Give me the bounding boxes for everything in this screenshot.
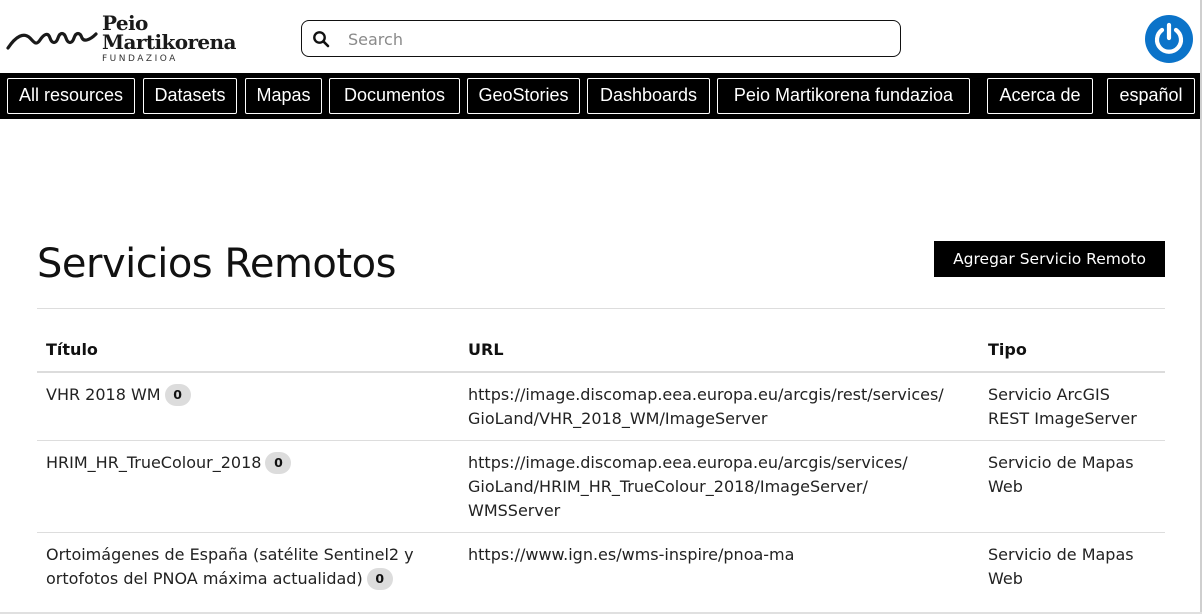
url-line: https://www.ign.es/wms-inspire/pnoa-ma (468, 545, 795, 564)
header: Peio Martikorena FUNDAZIOA (0, 0, 1200, 73)
main-nav: All resources Datasets Mapas Documentos … (0, 73, 1200, 119)
type-line: Web (988, 477, 1023, 496)
power-icon (1154, 22, 1184, 54)
resource-count-badge: 0 (164, 384, 191, 406)
type-line: Servicio de Mapas (988, 453, 1134, 472)
table-row-url: https://www.ign.es/wms-inspire/pnoa-ma (468, 543, 968, 567)
table-row-url: https://image.discomap.eea.europa.eu/arc… (468, 451, 968, 523)
type-line: Servicio de Mapas (988, 545, 1134, 564)
avatar[interactable] (1145, 15, 1193, 63)
service-title-link[interactable]: ortofotos del PNOA máxima actualidad) (46, 569, 363, 588)
column-header-type: Tipo (988, 340, 1027, 359)
column-header-url: URL (468, 340, 504, 359)
url-line: GioLand/VHR_2018_WM/ImageServer (468, 409, 768, 428)
table-row-url: https://image.discomap.eea.europa.eu/arc… (468, 383, 968, 431)
table-row-type: Servicio ArcGIS REST ImageServer (988, 383, 1163, 431)
service-title-link[interactable]: HRIM_HR_TrueColour_2018 (46, 453, 261, 472)
service-title-link[interactable]: VHR 2018 WM (46, 385, 161, 404)
table-row-type: Servicio de Mapas Web (988, 543, 1163, 591)
nav-all-resources[interactable]: All resources (7, 78, 135, 114)
nav-datasets[interactable]: Datasets (143, 78, 237, 114)
signature-wave-icon (6, 31, 98, 50)
url-line: GioLand/HRIM_HR_TrueColour_2018/ImageSer… (468, 477, 868, 496)
search-input[interactable] (348, 27, 888, 51)
divider (37, 440, 1165, 441)
brand-logo[interactable]: Peio Martikorena FUNDAZIOA (6, 10, 236, 66)
resource-count-badge: 0 (265, 452, 292, 474)
divider (37, 532, 1165, 533)
nav-mapas[interactable]: Mapas (245, 78, 322, 114)
nav-language-selector[interactable]: español (1107, 78, 1195, 114)
type-line: Servicio ArcGIS (988, 385, 1110, 404)
brand-line-2: Martikorena (102, 30, 236, 54)
nav-documentos[interactable]: Documentos (329, 78, 460, 114)
search-icon[interactable] (312, 30, 330, 48)
resource-count-badge: 0 (366, 568, 393, 590)
service-title-link[interactable]: Ortoimágenes de España (satélite Sentine… (46, 543, 446, 567)
table-row-title: Ortoimágenes de España (satélite Sentine… (46, 543, 446, 591)
page-title: Servicios Remotos (37, 241, 396, 287)
type-line: REST ImageServer (988, 409, 1137, 428)
add-remote-service-button[interactable]: Agregar Servicio Remoto (934, 241, 1165, 277)
divider (37, 308, 1165, 309)
nav-geostories[interactable]: GeoStories (467, 78, 580, 114)
table-row-title: VHR 2018 WM 0 (46, 383, 446, 407)
brand-line-3: FUNDAZIOA (102, 54, 178, 64)
nav-acerca-de[interactable]: Acerca de (987, 78, 1093, 114)
type-line: Web (988, 569, 1023, 588)
divider (37, 371, 1165, 373)
url-line: https://image.discomap.eea.europa.eu/arc… (468, 385, 944, 404)
nav-dashboards[interactable]: Dashboards (587, 78, 710, 114)
url-line: WMSServer (468, 501, 561, 520)
search-box (301, 20, 901, 57)
nav-peio-martikorena-fundazioa[interactable]: Peio Martikorena fundazioa (717, 78, 970, 114)
column-header-title: Título (46, 340, 98, 359)
url-line: https://image.discomap.eea.europa.eu/arc… (468, 453, 908, 472)
table-row-type: Servicio de Mapas Web (988, 451, 1163, 499)
table-row-title: HRIM_HR_TrueColour_2018 0 (46, 451, 446, 475)
